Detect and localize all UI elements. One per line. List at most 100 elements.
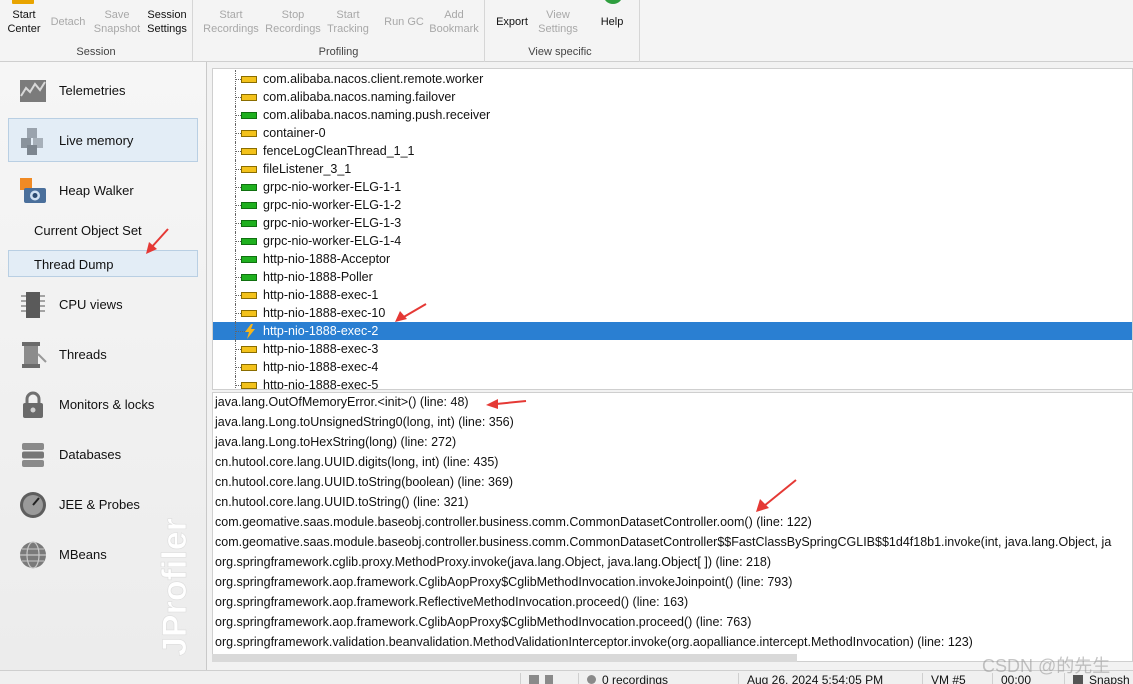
thread-name: http-nio-1888-exec-4 (263, 360, 379, 374)
thread-row[interactable]: com.alibaba.nacos.naming.failover (213, 88, 1132, 106)
thread-row[interactable]: com.alibaba.nacos.naming.push.receiver (213, 106, 1132, 124)
threads-icon (22, 342, 47, 368)
stack-frame[interactable]: cn.hutool.core.lang.UUID.toString(boolea… (215, 475, 513, 495)
run-gc-button[interactable]: Run GC (379, 0, 429, 42)
thread-row[interactable]: container-0 (213, 124, 1132, 142)
sidebar-item-label: Live memory (59, 133, 134, 148)
thread-row[interactable]: fenceLogCleanThread_1_1 (213, 142, 1132, 160)
flag-icon[interactable] (545, 675, 553, 684)
sidebar-item-threads[interactable]: Threads (8, 332, 198, 376)
save-snapshot-button[interactable]: Save Snapshot (92, 0, 142, 42)
thread-name: grpc-nio-worker-ELG-1-4 (263, 234, 402, 248)
waiting-state-icon (241, 292, 257, 299)
thread-name: http-nio-1888-exec-5 (263, 378, 379, 390)
thread-row[interactable]: http-nio-1888-Acceptor (213, 250, 1132, 268)
thread-tree[interactable]: com.alibaba.nacos.client.remote.worker co… (212, 68, 1133, 390)
jee-probes-icon (20, 492, 46, 518)
thread-row[interactable]: http-nio-1888-exec-1 (213, 286, 1132, 304)
thread-name: http-nio-1888-Poller (263, 270, 373, 284)
annotation-arrow (756, 479, 797, 512)
thread-row[interactable]: http-nio-1888-exec-3 (213, 340, 1132, 358)
thread-row[interactable]: grpc-nio-worker-ELG-1-1 (213, 178, 1132, 196)
runnable-state-icon (241, 256, 257, 263)
runnable-state-icon (241, 202, 257, 209)
stack-frame[interactable]: org.springframework.validation.beanvalid… (215, 635, 973, 655)
sidebar-item-label: Heap Walker (59, 183, 134, 198)
toolbar-group-view-specific: Export View Settings Help View specific (485, 0, 640, 62)
stack-frame[interactable]: java.lang.Long.toHexString(long) (line: … (215, 435, 456, 455)
sidebar-item-monitors-locks[interactable]: Monitors & locks (8, 382, 198, 426)
status-timestamp: Aug 26, 2024 5:54:05 PM (738, 673, 883, 684)
stack-frame[interactable]: org.springframework.aop.framework.Reflec… (215, 595, 688, 615)
thread-row[interactable]: grpc-nio-worker-ELG-1-2 (213, 196, 1132, 214)
thread-name: fenceLogCleanThread_1_1 (263, 144, 415, 158)
stack-trace-panel[interactable]: java.lang.OutOfMemoryError.<init>() (lin… (212, 392, 1133, 662)
thread-name: http-nio-1888-exec-2 (263, 324, 379, 338)
thread-row[interactable]: http-nio-1888-exec-4 (213, 358, 1132, 376)
stack-frame[interactable]: org.springframework.cglib.proxy.MethodPr… (215, 555, 771, 575)
sidebar-item-label: CPU views (59, 297, 123, 312)
waiting-state-icon (241, 364, 257, 371)
sidebar-item-heap-walker[interactable]: Heap Walker (8, 168, 198, 212)
status-tools (520, 673, 553, 684)
stack-frame[interactable]: cn.hutool.core.lang.UUID.digits(long, in… (215, 455, 498, 475)
start-center-button[interactable]: Start Center (2, 0, 46, 42)
start-tracking-button[interactable]: Start Tracking (323, 0, 373, 42)
stack-frame[interactable]: org.springframework.aop.framework.CglibA… (215, 575, 792, 595)
thread-row[interactable]: http-nio-1888-Poller (213, 268, 1132, 286)
stop-recordings-button[interactable]: Stop Recordings (263, 0, 323, 42)
databases-icon (22, 443, 44, 467)
status-recordings: 0 recordings (578, 673, 668, 684)
thread-row[interactable]: fileListener_3_1 (213, 160, 1132, 178)
detach-button[interactable]: Detach (46, 0, 90, 42)
sidebar-item-telemetries[interactable]: Telemetries (8, 68, 198, 112)
waiting-state-icon (241, 166, 257, 173)
thread-row[interactable]: grpc-nio-worker-ELG-1-3 (213, 214, 1132, 232)
sidebar-item-cpu-views[interactable]: CPU views (8, 282, 198, 326)
view-settings-button[interactable]: View Settings (535, 0, 581, 42)
thread-name: com.alibaba.nacos.naming.failover (263, 90, 456, 104)
thread-name: http-nio-1888-exec-1 (263, 288, 379, 302)
stack-frame[interactable]: org.springframework.aop.framework.CglibA… (215, 615, 751, 635)
waiting-state-icon (241, 346, 257, 353)
help-label: Help (600, 16, 624, 28)
add-bookmark-label-1: Add (444, 9, 464, 21)
stack-frame[interactable]: com.geomative.saas.module.baseobj.contro… (215, 535, 1111, 555)
thread-name: fileListener_3_1 (263, 162, 352, 176)
sidebar-item-label: Threads (59, 347, 107, 362)
sidebar-item-live-memory[interactable]: Live memory (8, 118, 198, 162)
stack-frame[interactable]: cn.hutool.core.lang.UUID.toString() (lin… (215, 495, 469, 515)
thread-row[interactable]: http-nio-1888-exec-2 (213, 322, 1132, 340)
telemetries-icon (20, 80, 46, 102)
start-recordings-label-2: Recordings (203, 23, 259, 35)
thread-row[interactable]: http-nio-1888-exec-5 (213, 376, 1132, 390)
recordings-count: 0 recordings (602, 673, 669, 684)
save-snapshot-label-1: Save (104, 9, 130, 21)
stack-frame[interactable]: java.lang.Long.toUnsignedString0(long, i… (215, 415, 514, 435)
thread-name: container-0 (263, 126, 326, 140)
stack-frame[interactable]: com.geomative.saas.module.baseobj.contro… (215, 515, 812, 535)
start-recordings-label-1: Start (219, 9, 243, 21)
save-snapshot-label-2: Snapshot (93, 23, 141, 35)
stop-recordings-label-2: Recordings (265, 23, 321, 35)
stack-frame[interactable]: java.lang.OutOfMemoryError.<init>() (lin… (215, 395, 469, 415)
horizontal-scrollbar[interactable] (212, 654, 797, 662)
session-settings-button[interactable]: Session Settings (143, 0, 191, 42)
session-settings-label-1: Session (147, 9, 187, 21)
status-bar: 0 recordings Aug 26, 2024 5:54:05 PM VM … (0, 670, 1133, 684)
cpu-views-icon (21, 292, 45, 318)
export-button[interactable]: Export (489, 0, 535, 42)
record-icon (587, 675, 596, 684)
help-button[interactable]: Help (591, 0, 633, 42)
runnable-state-icon (241, 238, 257, 245)
sidebar-subitem-label: Current Object Set (34, 223, 142, 238)
thread-row[interactable]: com.alibaba.nacos.client.remote.worker (213, 70, 1132, 88)
thread-name: grpc-nio-worker-ELG-1-3 (263, 216, 402, 230)
waiting-state-icon (241, 148, 257, 155)
pin-icon[interactable] (529, 675, 539, 684)
thread-row[interactable]: grpc-nio-worker-ELG-1-4 (213, 232, 1132, 250)
thread-row[interactable]: http-nio-1888-exec-10 (213, 304, 1132, 322)
start-recordings-button[interactable]: Start Recordings (201, 0, 261, 42)
sidebar-item-databases[interactable]: Databases (8, 432, 198, 476)
add-bookmark-button[interactable]: Add Bookmark (427, 0, 481, 42)
